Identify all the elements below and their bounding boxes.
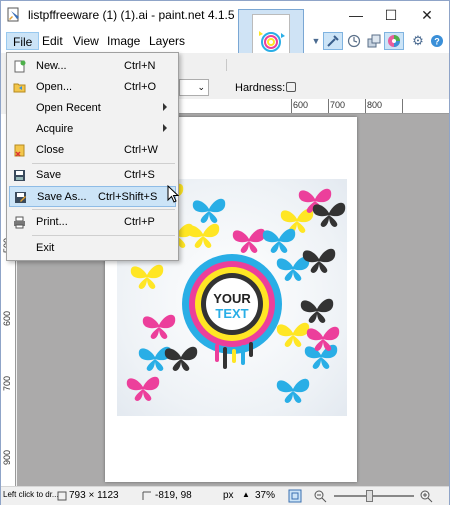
status-hint: Left click to dr... <box>3 490 59 499</box>
ruler-label: 700 <box>330 100 346 110</box>
file-menu-new[interactable]: New... Ctrl+N <box>9 56 176 77</box>
submenu-arrow-icon <box>163 124 167 132</box>
window-title: listpffreeware (1) (1).ai - paint.net 4.… <box>28 8 235 22</box>
settings-gear-icon[interactable]: ⚙ <box>408 32 428 50</box>
zoom-value[interactable]: 37% <box>255 490 275 501</box>
file-menu-open[interactable]: Open... Ctrl+O <box>9 77 176 98</box>
new-document-icon <box>14 60 26 73</box>
menu-edit[interactable]: Edit <box>36 32 69 50</box>
menu-separator <box>32 235 175 236</box>
minimize-icon: — <box>349 7 363 23</box>
units-dropdown-icon[interactable]: ▲ <box>242 490 250 499</box>
file-menu-save-as[interactable]: Save As... Ctrl+Shift+S <box>9 186 176 207</box>
file-menu-close[interactable]: Close Ctrl+W <box>9 140 176 161</box>
horizontal-ruler: 600 700 800 <box>179 99 449 114</box>
zoom-out-icon[interactable] <box>313 489 327 503</box>
menu-item-label: Save <box>36 169 62 181</box>
menu-view[interactable]: View <box>67 32 105 50</box>
ruler-label: 700 <box>2 376 12 392</box>
save-as-icon <box>15 192 26 203</box>
menu-item-label: Open... <box>36 81 73 93</box>
menu-item-label: Exit <box>36 242 55 254</box>
maximize-button[interactable]: ☐ <box>374 1 408 29</box>
ruler-tick <box>291 99 292 113</box>
menu-image[interactable]: Image <box>101 32 146 50</box>
ruler-label: 600 <box>2 311 12 327</box>
menu-item-shortcut: Ctrl+W <box>124 144 158 156</box>
zoom-slider-thumb[interactable] <box>366 490 373 502</box>
mouse-pointer-icon <box>167 185 179 203</box>
ruler-tick <box>402 99 403 113</box>
file-menu-print[interactable]: Print... Ctrl+P <box>9 212 176 233</box>
units-selector[interactable]: px <box>223 490 234 501</box>
cursor-position-icon <box>142 491 151 500</box>
svg-text:?: ? <box>434 37 440 47</box>
zoom-in-icon[interactable] <box>419 489 433 503</box>
image-size-icon <box>57 491 67 501</box>
menu-item-label: Close <box>36 144 65 156</box>
zoom-to-window-icon[interactable] <box>288 489 302 503</box>
minimize-button[interactable]: — <box>339 1 373 29</box>
artwork-line2: TEXT <box>215 306 248 321</box>
close-document-icon <box>14 144 25 157</box>
hardness-decrease-icon[interactable] <box>286 82 296 92</box>
ruler-label: 600 <box>293 100 309 110</box>
menu-item-shortcut: Ctrl+O <box>124 81 157 93</box>
menu-item-shortcut: Ctrl+S <box>124 169 155 181</box>
file-menu-acquire[interactable]: Acquire <box>9 119 176 140</box>
menu-item-shortcut: Ctrl+Shift+S <box>98 191 158 203</box>
ruler-tick <box>328 99 329 113</box>
zoom-slider-track[interactable] <box>334 495 414 497</box>
app-window: listpffreeware (1) (1).ai - paint.net 4.… <box>0 0 450 505</box>
help-icon[interactable]: ? <box>427 32 447 50</box>
menu-file[interactable]: File <box>6 32 40 50</box>
menu-item-shortcut: Ctrl+P <box>124 216 155 228</box>
file-menu-dropdown: New... Ctrl+N Open... Ctrl+O Open Recent… <box>6 52 179 261</box>
cursor-position-value: -819, 98 <box>155 490 192 501</box>
maximize-icon: ☐ <box>384 6 398 23</box>
ruler-tick <box>365 99 366 113</box>
menu-item-label: Save As... <box>37 191 87 203</box>
save-icon <box>14 170 25 181</box>
status-bar: Left click to dr... 793 × 1123 -819, 98 … <box>1 486 449 505</box>
close-icon: ✕ <box>421 6 433 23</box>
print-icon <box>14 216 25 229</box>
file-menu-open-recent[interactable]: Open Recent <box>9 98 176 119</box>
tools-icon[interactable] <box>323 32 343 50</box>
menu-item-label: Open Recent <box>36 102 101 114</box>
file-menu-save[interactable]: Save Ctrl+S <box>9 165 176 186</box>
menu-separator <box>32 163 175 164</box>
open-folder-icon <box>13 83 26 93</box>
image-size-value: 793 × 1123 <box>69 490 119 501</box>
ruler-label: 900 <box>2 450 12 466</box>
submenu-arrow-icon <box>163 103 167 111</box>
toolbar-divider <box>226 59 227 71</box>
ruler-label: 800 <box>367 100 383 110</box>
dropdown-chevron-icon: ⌄ <box>197 82 205 92</box>
paintnet-app-icon <box>7 7 19 22</box>
artwork-line1: YOUR <box>213 291 251 306</box>
menu-item-label: Print... <box>36 216 68 228</box>
file-menu-exit[interactable]: Exit <box>9 238 176 259</box>
menu-item-label: New... <box>36 60 67 72</box>
menu-item-shortcut: Ctrl+N <box>124 60 156 72</box>
menu-item-label: Acquire <box>36 123 74 135</box>
layers-icon[interactable] <box>364 32 384 50</box>
menu-separator <box>32 209 175 210</box>
title-bar[interactable]: listpffreeware (1) (1).ai - paint.net 4.… <box>1 1 449 29</box>
colors-icon[interactable] <box>384 32 404 50</box>
brush-width-dropdown[interactable]: ⌄ <box>179 79 209 96</box>
menu-layers[interactable]: Layers <box>143 32 191 50</box>
hardness-label: Hardness: <box>235 82 286 94</box>
close-button[interactable]: ✕ <box>410 1 444 29</box>
history-icon[interactable] <box>344 32 364 50</box>
